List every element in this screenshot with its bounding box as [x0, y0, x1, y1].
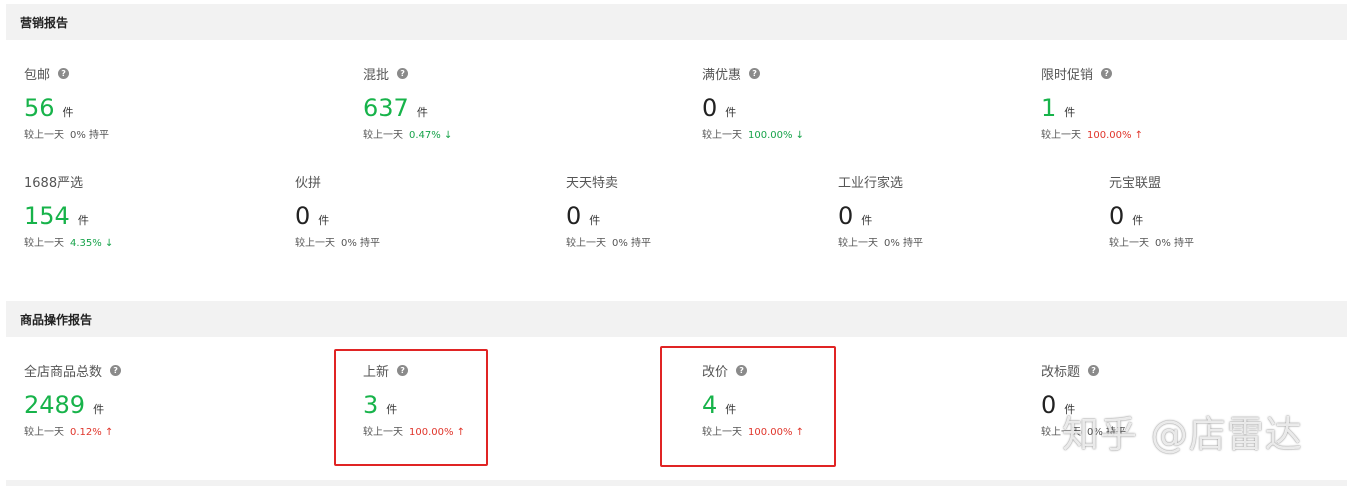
compare-percent: 0% 持平 [341, 238, 381, 249]
bottom-divider [6, 480, 1347, 486]
compare-prefix: 较上一天 [363, 130, 403, 141]
highlight-box-price-changes [660, 346, 836, 467]
compare-prefix: 较上一天 [24, 238, 64, 249]
product-ops-report-title: 商品操作报告 [20, 312, 93, 327]
compare-prefix: 较上一天 [1041, 130, 1081, 141]
compare-prefix: 较上一天 [566, 238, 606, 249]
help-icon[interactable]: ? [58, 67, 70, 79]
highlight-box-new-listings [334, 349, 488, 466]
metric-unit: 件 [1132, 214, 1144, 227]
metric-value: 0 [838, 202, 854, 230]
compare-percent: 4.35% ↓ [70, 238, 114, 249]
metric-unit: 件 [725, 106, 737, 119]
compare-percent: 0.47% ↓ [409, 130, 453, 141]
metric-label: 包邮 [24, 67, 51, 83]
product-ops-report-header: 商品操作报告 [6, 301, 1347, 337]
compare-percent: 0% 持平 [884, 238, 924, 249]
help-icon[interactable]: ? [110, 364, 122, 376]
metric-unit: 件 [77, 214, 89, 227]
watermark: 知乎 @店雷达 [1062, 413, 1303, 456]
compare-prefix: 较上一天 [838, 238, 878, 249]
metric-free-shipping: 包邮? 56 件 较上一天 0% 持平 [24, 64, 109, 141]
metric-full-discount: 满优惠? 0件 较上一天 100.00% ↓ [702, 64, 804, 141]
metric-value: 0 [1109, 202, 1125, 230]
compare-prefix: 较上一天 [702, 130, 742, 141]
compare-prefix: 较上一天 [1109, 238, 1149, 249]
help-icon[interactable]: ? [1101, 67, 1113, 79]
metric-label: 限时促销 [1041, 67, 1094, 83]
metric-unit: 件 [861, 214, 873, 227]
compare-percent: 0% 持平 [612, 238, 652, 249]
compare-percent: 100.00% ↑ [1087, 130, 1144, 141]
metric-value[interactable]: 154 [24, 204, 70, 228]
metric-value[interactable]: 56 [24, 96, 55, 120]
metric-unit: 件 [1064, 106, 1076, 119]
metric-label: 元宝联盟 [1109, 175, 1162, 191]
metric-value[interactable]: 1 [1041, 96, 1056, 120]
metric-value: 0 [566, 202, 582, 230]
metric-1688-select: 1688严选 154 件 较上一天 4.35% ↓ [24, 172, 114, 250]
marketing-report-title: 营销报告 [20, 15, 69, 30]
metric-value: 0 [1041, 391, 1057, 419]
compare-percent: 0% 持平 [70, 130, 110, 141]
compare-percent: 0.12% ↑ [70, 427, 114, 438]
metric-mixed-wholesale: 混批? 637 件 较上一天 0.47% ↓ [363, 64, 452, 141]
metric-group-buy: 伙拼 0件 较上一天 0% 持平 [295, 172, 381, 250]
help-icon[interactable]: ? [397, 67, 409, 79]
compare-prefix: 较上一天 [24, 130, 64, 141]
marketing-report-header: 营销报告 [6, 4, 1347, 40]
metric-unit: 件 [62, 106, 74, 119]
metric-label: 满优惠 [702, 67, 742, 83]
metric-label: 天天特卖 [566, 175, 619, 191]
metric-label: 工业行家选 [838, 175, 904, 191]
metric-label: 混批 [363, 67, 390, 83]
metric-label: 1688严选 [24, 175, 84, 191]
metric-value[interactable]: 2489 [24, 393, 85, 417]
compare-prefix: 较上一天 [295, 238, 335, 249]
metric-label: 全店商品总数 [24, 364, 103, 380]
metric-industrial-expert: 工业行家选 0件 较上一天 0% 持平 [838, 172, 924, 250]
compare-percent: 100.00% ↓ [748, 130, 805, 141]
help-icon[interactable]: ? [1088, 364, 1100, 376]
metric-value[interactable]: 637 [363, 96, 409, 120]
metric-daily-sale: 天天特卖 0件 较上一天 0% 持平 [566, 172, 652, 250]
metric-label: 改标题 [1041, 364, 1081, 380]
metric-label: 伙拼 [295, 175, 322, 191]
metric-unit: 件 [589, 214, 601, 227]
metric-value: 0 [702, 94, 718, 122]
metric-total-products: 全店商品总数? 2489 件 较上一天 0.12% ↑ [24, 361, 122, 438]
metric-unit: 件 [318, 214, 330, 227]
compare-prefix: 较上一天 [24, 427, 64, 438]
help-icon[interactable]: ? [749, 67, 761, 79]
metric-yuanbao-alliance: 元宝联盟 0件 较上一天 0% 持平 [1109, 172, 1195, 250]
metric-unit: 件 [416, 106, 428, 119]
metric-flash-sale: 限时促销? 1件 较上一天 100.00% ↑ [1041, 64, 1143, 141]
metric-value: 0 [295, 202, 311, 230]
compare-percent: 0% 持平 [1155, 238, 1195, 249]
metric-unit: 件 [93, 403, 105, 416]
